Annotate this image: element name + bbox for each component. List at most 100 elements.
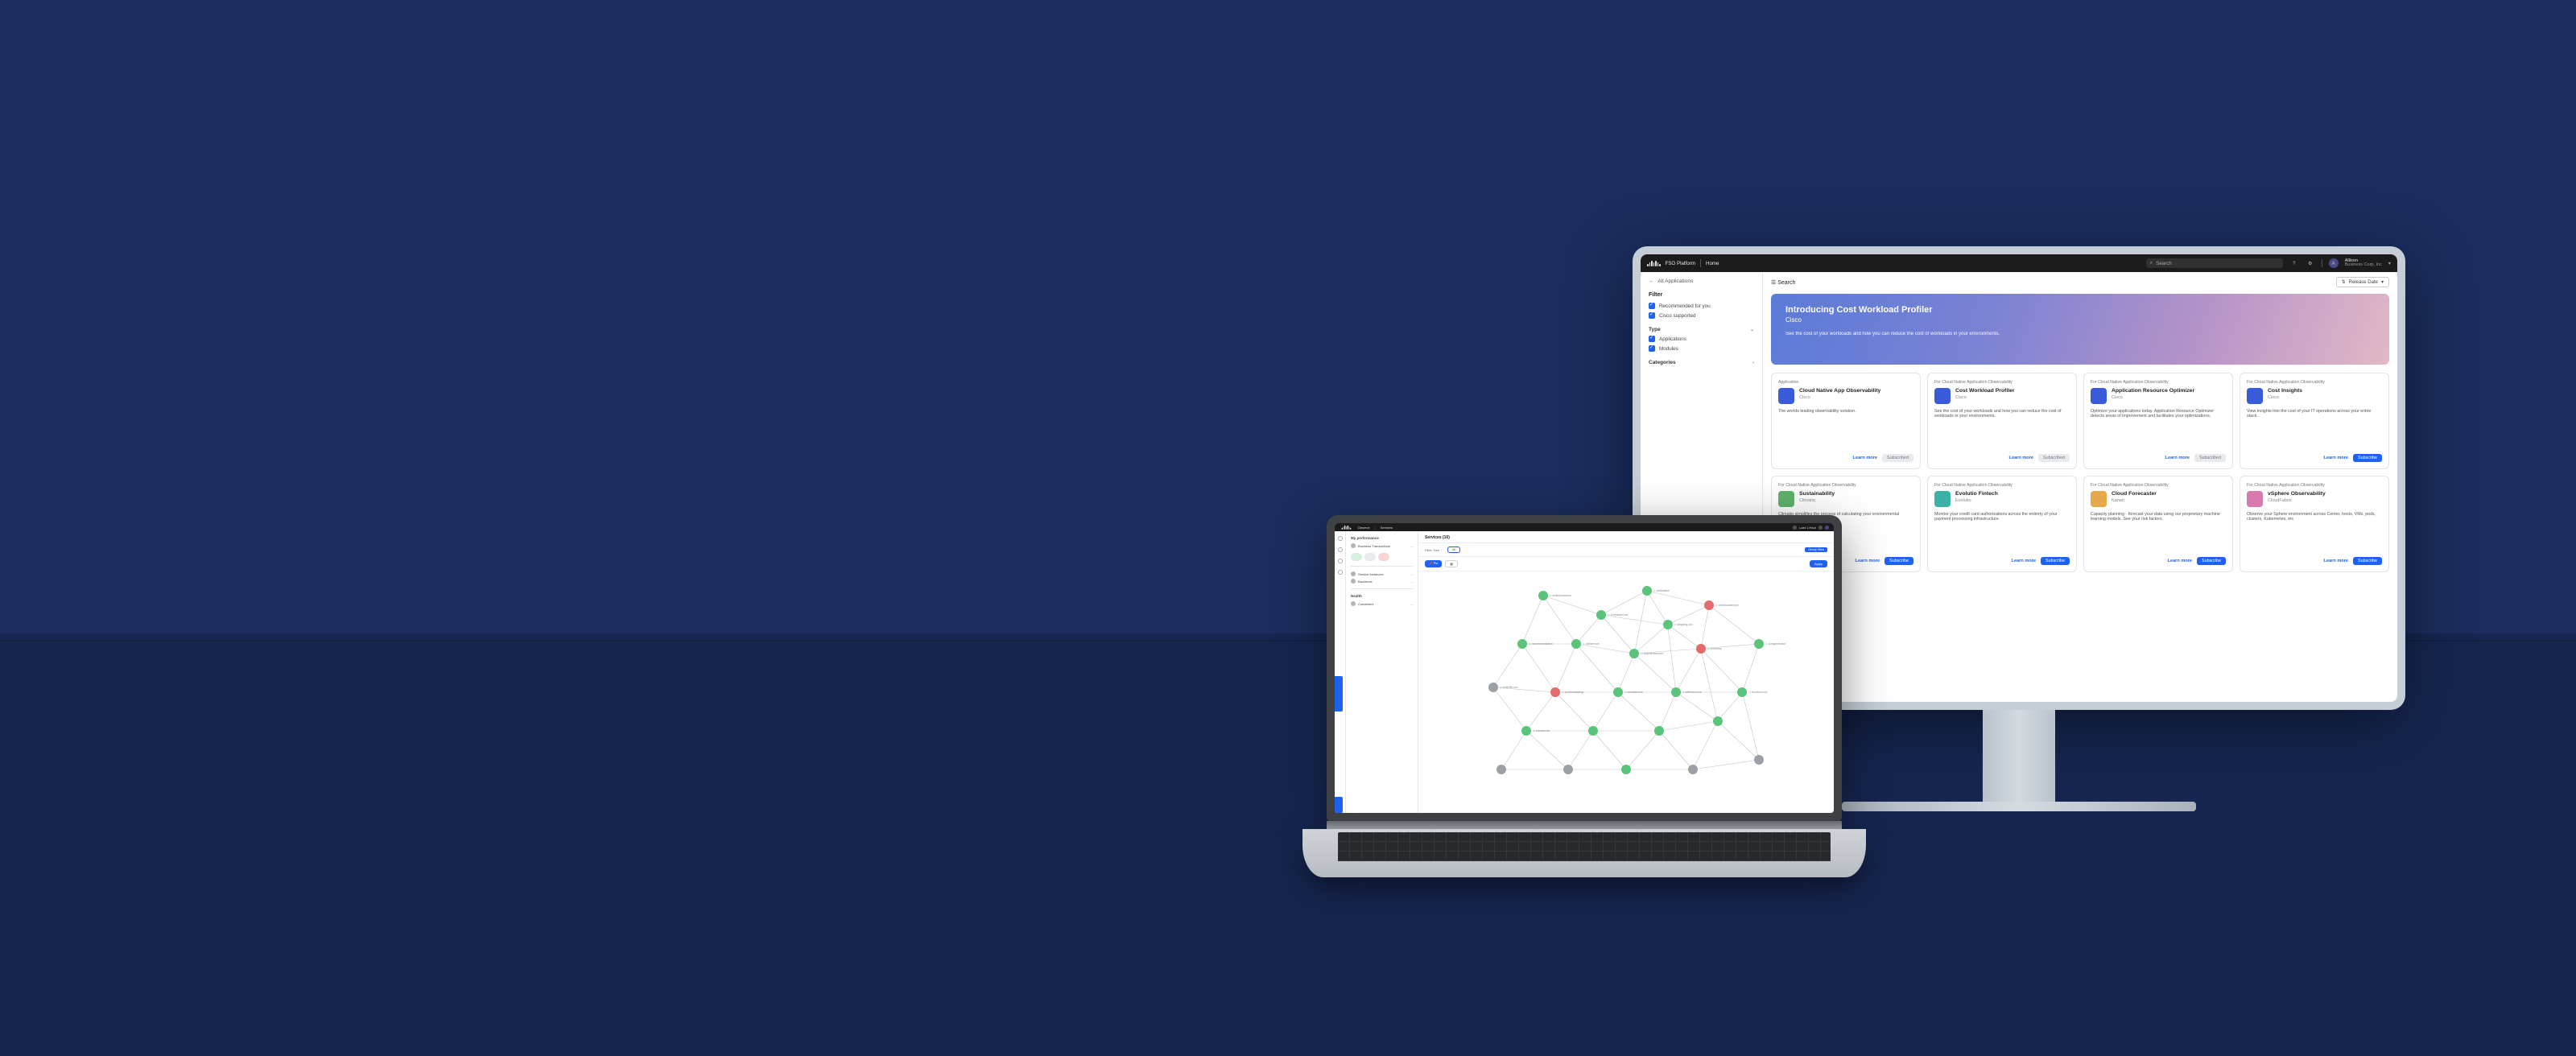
avatar[interactable]: A	[2329, 258, 2339, 268]
chevron-down-icon[interactable]: ▾	[2388, 261, 2391, 266]
bullet-icon	[1351, 601, 1356, 606]
graph-node[interactable]	[1642, 586, 1652, 596]
pin-label: Pin	[1434, 562, 1439, 565]
avatar	[1825, 526, 1829, 530]
type-modules[interactable]: Modules	[1649, 345, 1754, 352]
help-icon[interactable]: ?	[2289, 258, 2299, 268]
graph-node[interactable]	[1621, 765, 1631, 774]
learn-more-link[interactable]: Learn more	[1856, 559, 1880, 563]
graph-node[interactable]	[1663, 620, 1673, 629]
catalog-search-input[interactable]: ☰ Search	[1771, 279, 1900, 286]
learn-more-link[interactable]: Learn more	[2165, 456, 2190, 460]
all-chip[interactable]: All	[1447, 547, 1460, 553]
card-title: Sustainability	[1799, 491, 1835, 497]
settings-gear-icon[interactable]: ⚙	[2306, 258, 2315, 268]
view-toggle[interactable]: ▦	[1445, 560, 1458, 567]
nav-observe[interactable]: Observe	[1358, 526, 1370, 530]
graph-node[interactable]	[1488, 683, 1498, 692]
filter-cisco-supported[interactable]: Cisco supported	[1649, 312, 1754, 319]
graph-node[interactable]	[1517, 639, 1527, 649]
card-title: Cost Insights	[2268, 388, 2302, 394]
card-description: Optimize your applications today. Applic…	[2091, 409, 2226, 449]
filter-tree-label: Filter Tree	[1425, 548, 1439, 552]
app-card[interactable]: For Cloud Native Application Observabili…	[2240, 373, 2389, 469]
back-all-applications[interactable]: ← All Applications	[1649, 278, 1754, 284]
sort-icon: ⇅	[2342, 279, 2346, 285]
app-card[interactable]: For Cloud Native Application Observabili…	[2240, 476, 2389, 572]
health-heading: Health	[1351, 594, 1413, 598]
rail-icon[interactable]	[1338, 559, 1343, 563]
graph-node[interactable]	[1688, 765, 1698, 774]
learn-more-link[interactable]: Learn more	[1853, 456, 1877, 460]
catalog-search-placeholder: Search	[1777, 280, 1795, 286]
app-card[interactable]: For Cloud Native Application Observabili…	[1927, 476, 2077, 572]
app-card[interactable]: Application Cloud Native App Observabili…	[1771, 373, 1921, 469]
laptop-bezel: Observe | Services Last 1 Hour	[1327, 515, 1842, 821]
filter-recommended[interactable]: Recommended for you	[1649, 303, 1754, 309]
app-card[interactable]: For Cloud Native Application Observabili…	[2083, 476, 2233, 572]
app-tile-icon	[2247, 491, 2263, 507]
subscribe-button[interactable]: Subscribe	[2353, 454, 2382, 462]
group-view-tag[interactable]: Group View	[1805, 547, 1827, 552]
app-card[interactable]: For Cloud Native Application Observabili…	[1927, 373, 2077, 469]
graph-node[interactable]	[1563, 765, 1573, 774]
graph-node[interactable]	[1671, 687, 1681, 697]
subscribe-button[interactable]: Subscribe	[1885, 557, 1913, 565]
graph-node[interactable]	[1754, 639, 1764, 649]
learn-more-link[interactable]: Learn more	[2324, 559, 2348, 563]
nav-services[interactable]: Services	[1381, 526, 1393, 530]
graph-node[interactable]	[1538, 591, 1548, 600]
nav-home[interactable]: Home	[1706, 261, 1719, 266]
user-block[interactable]: Allison Business Corp, Inc	[2345, 259, 2382, 268]
cisco-logo-icon	[1341, 525, 1351, 530]
card-vendor: CloudFabrix	[2268, 498, 2326, 503]
app-card[interactable]: For Cloud Native Application Observabili…	[2083, 373, 2233, 469]
subscribe-button[interactable]: Subscribe	[2353, 557, 2382, 565]
global-search-input[interactable]: ⌕ Search	[2146, 258, 2283, 268]
list-item[interactable]: Service Instances—	[1351, 571, 1413, 576]
graph-node[interactable]	[1596, 610, 1606, 620]
categories-accordion[interactable]: Categories ›	[1649, 360, 1754, 365]
rail-icon[interactable]	[1338, 570, 1343, 575]
filter-cisco-supported-label: Cisco supported	[1659, 313, 1696, 319]
learn-more-link[interactable]: Learn more	[2012, 559, 2036, 563]
rail-icon[interactable]	[1338, 547, 1343, 552]
topology-canvas[interactable]: ◇ orderprocessor◇ verification◇ checkout…	[1418, 571, 1834, 813]
arrow-left-icon: ←	[1649, 278, 1654, 284]
graph-node[interactable]	[1613, 687, 1623, 697]
list-item[interactable]: Containers—	[1351, 601, 1413, 606]
card-title: vSphere Observability	[2268, 491, 2326, 497]
card-vendor: Cisco	[1955, 395, 2015, 400]
type-accordion[interactable]: Type ⌄	[1649, 327, 1754, 332]
apply-button[interactable]: Apply	[1810, 560, 1827, 567]
card-kicker: Application	[1778, 380, 1913, 385]
pin-chip[interactable]: 📌 Pin	[1425, 560, 1442, 567]
graph-node[interactable]	[1713, 716, 1723, 726]
card-kicker: For Cloud Native Application Observabili…	[2247, 380, 2382, 385]
graph-node[interactable]	[1696, 644, 1706, 654]
graph-node[interactable]	[1588, 726, 1598, 736]
rail-icon[interactable]	[1338, 536, 1343, 541]
learn-more-link[interactable]: Learn more	[2168, 559, 2192, 563]
list-item[interactable]: Backends—	[1351, 579, 1413, 584]
learn-more-link[interactable]: Learn more	[2009, 456, 2033, 460]
sort-release-date[interactable]: ⇅ Release Date ▾	[2336, 277, 2389, 287]
subscribe-button[interactable]: Subscribe	[2197, 557, 2226, 565]
pill-error-icon	[1378, 553, 1389, 561]
list-item-label: Backends	[1358, 580, 1373, 584]
separator-icon	[1700, 259, 1701, 267]
laptop: Observe | Services Last 1 Hour	[1327, 515, 1842, 877]
pill-neutral-icon	[1364, 553, 1376, 561]
card-kicker: For Cloud Native Application Observabili…	[1778, 483, 1913, 488]
graph-node-label: ◇ zuulservice	[1533, 729, 1550, 732]
time-range-selector[interactable]: Last 1 Hour	[1793, 526, 1829, 530]
learn-more-link[interactable]: Learn more	[2324, 456, 2348, 460]
monitor-base	[1842, 802, 2196, 811]
graph-node[interactable]	[1571, 639, 1581, 649]
graph-node[interactable]	[1754, 755, 1764, 765]
type-applications[interactable]: Applications	[1649, 336, 1754, 342]
list-item[interactable]: Business Transactions—	[1351, 543, 1413, 548]
bullet-icon	[1351, 543, 1356, 548]
card-kicker: For Cloud Native Application Observabili…	[2247, 483, 2382, 488]
subscribe-button[interactable]: Subscribe	[2041, 557, 2070, 565]
